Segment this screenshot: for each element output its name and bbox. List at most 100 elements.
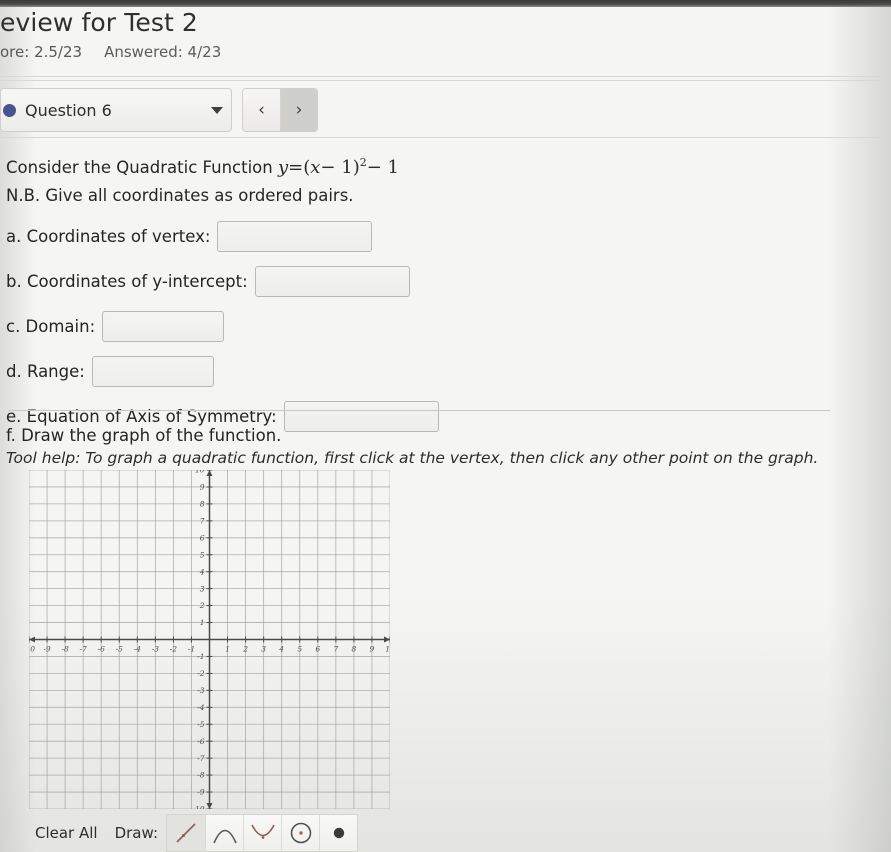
- vertex-input[interactable]: [217, 221, 373, 252]
- question-prompt: Consider the Quadratic Function y=(x− 1)…: [6, 150, 886, 181]
- svg-text:-1: -1: [197, 652, 204, 661]
- question-nav-divider: [0, 137, 880, 138]
- question-note: N.B. Give all coordinates as ordered pai…: [6, 186, 354, 205]
- svg-text:6: 6: [200, 533, 205, 542]
- svg-text:2: 2: [199, 601, 205, 610]
- svg-text:5: 5: [200, 550, 205, 559]
- svg-text:8: 8: [200, 500, 205, 509]
- svg-text:-4: -4: [197, 703, 205, 712]
- tool-help-text: Tool help: To graph a quadratic function…: [6, 449, 819, 467]
- score-summary: ore: 2.5/23 Answered: 4/23: [0, 39, 891, 65]
- svg-text:-10: -10: [29, 645, 35, 654]
- circle-dot-icon: [288, 820, 314, 846]
- svg-text:8: 8: [352, 645, 357, 654]
- svg-text:-9: -9: [197, 788, 205, 797]
- svg-text:-8: -8: [61, 645, 69, 654]
- line-icon: [173, 820, 199, 846]
- graph-toolbar: Clear All Draw:: [29, 814, 391, 852]
- svg-text:3: 3: [261, 645, 266, 654]
- answered-label: Answered: 4/23: [104, 43, 222, 61]
- part-a-row: a. Coordinates of vertex:: [6, 221, 886, 252]
- question-body: Consider the Quadratic Function y=(x− 1)…: [6, 150, 886, 432]
- svg-text:-7: -7: [197, 754, 205, 763]
- svg-text:-7: -7: [79, 645, 87, 654]
- formula-lhs: y: [277, 157, 289, 178]
- part-d-row: d. Range:: [6, 356, 886, 387]
- y-intercept-input[interactable]: [254, 266, 410, 297]
- section-divider: [8, 410, 830, 411]
- header-divider-top2: [0, 80, 880, 81]
- coordinate-grid[interactable]: -10 -9 -8 -7 -6 -5 -4 -3 -2 -1 1 2 3 4 5 6 7 8 9 10 10 9 8 7 6 5 4…: [29, 470, 390, 809]
- svg-text:9: 9: [370, 645, 375, 654]
- line-tool[interactable]: [167, 815, 206, 851]
- svg-text:4: 4: [278, 645, 284, 654]
- svg-text:-2: -2: [170, 645, 178, 654]
- formula-equals: =: [288, 157, 304, 178]
- range-input[interactable]: [91, 356, 214, 387]
- part-d-label: d. Range:: [6, 362, 85, 381]
- chevron-down-icon: [211, 106, 223, 114]
- svg-text:10: 10: [195, 470, 205, 475]
- question-nav-bar: Question 6 ‹ ›: [0, 86, 318, 134]
- parabola-up-tool[interactable]: [205, 815, 244, 851]
- parabola-cup-icon: [249, 820, 277, 846]
- svg-text:5: 5: [297, 645, 302, 654]
- svg-text:2: 2: [242, 645, 248, 654]
- svg-text:-3: -3: [197, 686, 205, 695]
- part-f-section: f. Draw the graph of the function. Tool …: [6, 424, 886, 469]
- svg-text:-6: -6: [98, 645, 106, 654]
- parabola-down-tool[interactable]: [243, 815, 282, 851]
- svg-text:6: 6: [315, 645, 320, 654]
- svg-text:-9: -9: [43, 645, 51, 654]
- question-select[interactable]: Question 6: [0, 88, 232, 132]
- formula-minus-one: − 1: [320, 157, 353, 178]
- formula: y=(x− 1)2− 1: [277, 156, 399, 178]
- draw-label: Draw:: [114, 824, 159, 842]
- part-f-label: f. Draw the graph of the function.: [6, 426, 282, 445]
- question-pager: ‹ ›: [242, 88, 318, 132]
- assignment-header: eview for Test 2 ore: 2.5/23 Answered: 4/…: [0, 7, 891, 65]
- svg-text:-10: -10: [192, 805, 204, 809]
- svg-text:1: 1: [225, 645, 230, 654]
- svg-text:7: 7: [333, 645, 338, 654]
- header-divider-top: [0, 76, 880, 77]
- next-question-button[interactable]: ›: [280, 89, 317, 131]
- prompt-text: Consider the Quadratic Function: [6, 158, 273, 177]
- screen-top-edge: [0, 0, 891, 7]
- filled-dot-icon: [326, 820, 352, 846]
- filled-dot-tool[interactable]: [319, 815, 358, 851]
- part-b-label: b. Coordinates of y-intercept:: [6, 272, 248, 291]
- draw-tool-group: [166, 814, 359, 852]
- part-b-row: b. Coordinates of y-intercept:: [6, 266, 886, 297]
- part-c-row: c. Domain:: [6, 311, 886, 342]
- formula-variable: x: [310, 157, 321, 178]
- svg-text:3: 3: [200, 584, 205, 593]
- clear-all-button[interactable]: Clear All: [29, 820, 104, 846]
- svg-text:4: 4: [199, 567, 205, 576]
- svg-text:-2: -2: [197, 669, 205, 678]
- svg-text:1: 1: [200, 618, 205, 627]
- svg-text:-4: -4: [134, 645, 142, 654]
- question-select-label: Question 6: [25, 100, 112, 120]
- parabola-cap-icon: [211, 820, 239, 846]
- svg-text:10: 10: [385, 645, 390, 654]
- question-status-dot-icon: [3, 103, 16, 117]
- graph-canvas[interactable]: -10 -9 -8 -7 -6 -5 -4 -3 -2 -1 1 2 3 4 5 6 7 8 9 10 10 9 8 7 6 5 4…: [29, 470, 390, 809]
- score-label: ore: 2.5/23: [0, 43, 83, 61]
- svg-text:-1: -1: [188, 645, 195, 654]
- formula-close-paren: ): [352, 157, 360, 178]
- svg-text:-8: -8: [197, 771, 205, 780]
- domain-input[interactable]: [102, 311, 225, 342]
- part-a-label: a. Coordinates of vertex:: [6, 227, 211, 246]
- page-title: eview for Test 2: [0, 8, 198, 37]
- svg-text:-5: -5: [116, 645, 124, 654]
- formula-exponent: 2: [359, 156, 367, 169]
- svg-text:9: 9: [200, 483, 205, 492]
- prev-question-button[interactable]: ‹: [243, 89, 280, 131]
- formula-tail: − 1: [366, 157, 399, 178]
- svg-text:-6: -6: [197, 737, 205, 746]
- open-circle-tool[interactable]: [281, 815, 320, 851]
- part-c-label: c. Domain:: [6, 317, 96, 336]
- svg-text:7: 7: [200, 516, 205, 525]
- svg-text:-5: -5: [197, 720, 205, 729]
